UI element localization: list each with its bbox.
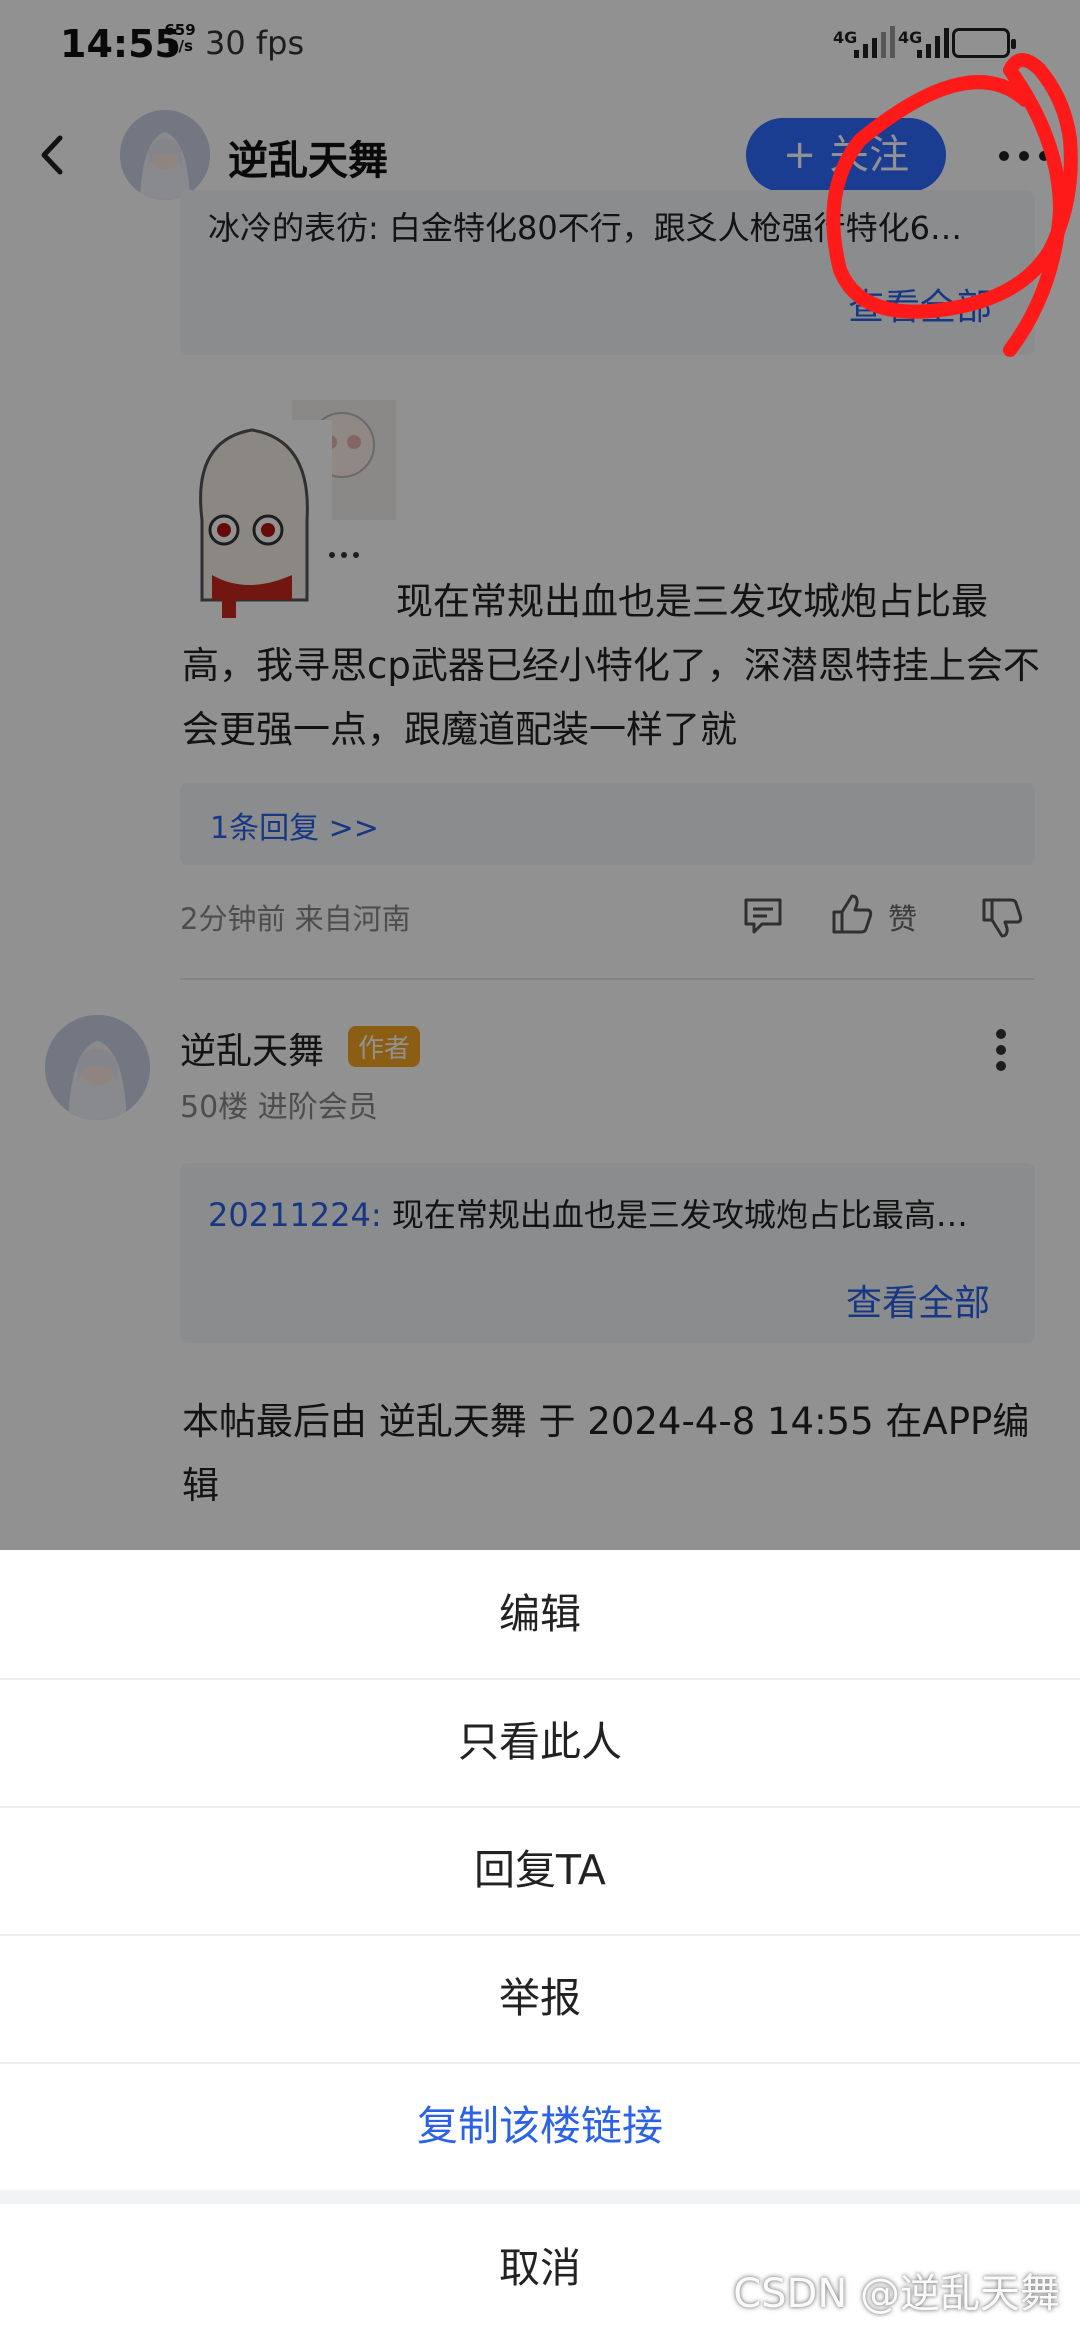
reply-option[interactable]: 回复TA [0, 1806, 1080, 1936]
copy-floor-link-option[interactable]: 复制该楼链接 [0, 2062, 1080, 2190]
sheet-divider [0, 2190, 1080, 2204]
report-option[interactable]: 举报 [0, 1934, 1080, 2064]
action-sheet: 编辑 只看此人 回复TA 举报 复制该楼链接 取消 [0, 1550, 1080, 2331]
watermark: CSDN @逆乱天舞 [733, 2271, 1060, 2317]
view-only-this-user-option[interactable]: 只看此人 [0, 1678, 1080, 1808]
edit-option[interactable]: 编辑 [0, 1550, 1080, 1680]
red-annotation-scribble [826, 53, 1078, 357]
